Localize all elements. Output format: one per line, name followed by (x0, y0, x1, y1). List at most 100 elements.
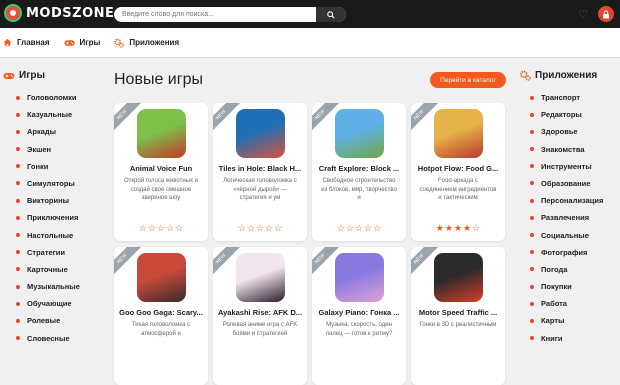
game-title[interactable]: Goo Goo Gaga: Scary... (118, 308, 204, 317)
game-thumbnail[interactable] (335, 109, 384, 158)
main-nav: Главная Игры Приложения (0, 28, 620, 58)
category-link[interactable]: Гонки (16, 158, 100, 175)
game-title[interactable]: Galaxy Piano: Гонка ... (316, 308, 402, 317)
game-description: Логическая головоломка с «чёрной дырой» … (223, 178, 297, 202)
category-link[interactable]: Музыкальные (16, 278, 100, 295)
category-link[interactable]: Погода (530, 261, 620, 278)
game-thumbnail[interactable] (434, 109, 483, 158)
game-title[interactable]: Hotpot Flow: Food G... (415, 164, 501, 173)
star-icon[interactable]: ☆ (238, 223, 246, 233)
category-link[interactable]: Экшен (16, 141, 100, 158)
star-icon[interactable]: ☆ (373, 223, 381, 233)
star-icon[interactable]: ☆ (256, 223, 264, 233)
category-link[interactable]: Стратегии (16, 244, 100, 261)
star-icon[interactable]: ☆ (166, 223, 174, 233)
games-sidebar-title[interactable]: Игры (3, 70, 100, 81)
category-link[interactable]: Транспорт (530, 89, 620, 106)
category-link[interactable]: Инструменты (530, 158, 620, 175)
star-icon[interactable]: ☆ (247, 223, 255, 233)
category-link[interactable]: Карточные (16, 261, 100, 278)
category-link[interactable]: Словесные (16, 330, 100, 347)
nav-home[interactable]: Главная (3, 38, 50, 47)
game-title[interactable]: Craft Explore: Block ... (316, 164, 402, 173)
category-link[interactable]: Головоломки (16, 89, 100, 106)
nav-games-label: Игры (79, 38, 101, 47)
games-sidebar-label: Игры (19, 70, 46, 81)
search-button[interactable] (316, 7, 346, 22)
rating-stars: ☆ ☆ ☆ ☆ ☆ (312, 223, 406, 233)
star-icon[interactable]: ☆ (346, 223, 354, 233)
search-input[interactable] (114, 7, 316, 22)
rating-stars: ★ ★ ★ ★ ☆ (411, 223, 505, 233)
game-card[interactable]: NEW Motor Speed Traffic ... Гонки в 3D с р… (411, 247, 505, 385)
category-link[interactable]: Работа (530, 295, 620, 312)
star-icon[interactable]: ☆ (355, 223, 363, 233)
game-card[interactable]: NEW Tiles in Hole: Black H... Логическая г… (213, 103, 307, 241)
game-description: Тихая головоломка с атмосферой и (131, 322, 191, 337)
login-lock-button[interactable] (598, 6, 614, 22)
game-title[interactable]: Tiles in Hole: Black H... (217, 164, 303, 173)
category-link[interactable]: Симуляторы (16, 175, 100, 192)
category-link[interactable]: Редакторы (530, 106, 620, 123)
game-thumbnail[interactable] (335, 253, 384, 302)
category-link[interactable]: Приключения (16, 209, 100, 226)
category-link[interactable]: Персонализация (530, 192, 620, 209)
category-link[interactable]: Ролевые (16, 312, 100, 329)
category-link[interactable]: Викторины (16, 192, 100, 209)
category-link[interactable]: Карты (530, 312, 620, 329)
game-description: Ролевая аниме игра с AFK боями и стратег… (222, 322, 298, 337)
gears-icon (520, 70, 531, 81)
category-link[interactable]: Фотография (530, 244, 620, 261)
game-card[interactable]: NEW Goo Goo Gaga: Scary... Тихая головолом… (114, 247, 208, 385)
top-bar: MODSZONE ♡ (0, 0, 620, 28)
category-link[interactable]: Книги (530, 330, 620, 347)
star-icon[interactable]: ★ (436, 223, 444, 233)
games-sidebar: Игры Головоломки Казуальные Аркады Экшен… (0, 58, 100, 343)
search-box (114, 7, 346, 22)
star-icon[interactable]: ☆ (364, 223, 372, 233)
category-link[interactable]: Здоровье (530, 123, 620, 140)
category-link[interactable]: Образование (530, 175, 620, 192)
site-logo[interactable]: MODSZONE (4, 4, 114, 22)
category-link[interactable]: Покупки (530, 278, 620, 295)
game-description: Музыка, скорость, один палец — готов к р… (325, 322, 393, 337)
game-thumbnail[interactable] (434, 253, 483, 302)
star-icon[interactable]: ★ (454, 223, 462, 233)
nav-apps[interactable]: Приложения (114, 38, 179, 48)
category-link[interactable]: Настольные (16, 227, 100, 244)
category-link[interactable]: Обучающие (16, 295, 100, 312)
star-icon[interactable]: ★ (445, 223, 453, 233)
game-thumbnail[interactable] (137, 109, 186, 158)
star-icon[interactable]: ☆ (265, 223, 273, 233)
game-title[interactable]: Motor Speed Traffic ... (415, 308, 501, 317)
star-icon[interactable]: ☆ (175, 223, 183, 233)
category-link[interactable]: Аркады (16, 123, 100, 140)
star-icon[interactable]: ☆ (157, 223, 165, 233)
game-title[interactable]: Ayakashi Rise: AFK D... (217, 308, 303, 317)
go-to-catalog-button[interactable]: Перейти в каталог (430, 72, 506, 88)
star-icon[interactable]: ☆ (148, 223, 156, 233)
category-link[interactable]: Развлечения (530, 209, 620, 226)
category-link[interactable]: Знакомства (530, 141, 620, 158)
favorites-heart-icon[interactable]: ♡ (576, 7, 590, 21)
nav-games[interactable]: Игры (64, 38, 101, 47)
star-icon[interactable]: ☆ (337, 223, 345, 233)
game-description: Гонки в 3D с реалистичным (419, 322, 497, 328)
game-card[interactable]: NEW Galaxy Piano: Гонка ... Музыка, скорос… (312, 247, 406, 385)
game-thumbnail[interactable] (137, 253, 186, 302)
star-icon[interactable]: ☆ (139, 223, 147, 233)
game-title[interactable]: Animal Voice Fun (118, 164, 204, 173)
apps-sidebar-title[interactable]: Приложения (520, 70, 620, 81)
star-icon[interactable]: ☆ (472, 223, 480, 233)
game-card[interactable]: NEW Ayakashi Rise: AFK D... Ролевая аниме … (213, 247, 307, 385)
star-icon[interactable]: ★ (463, 223, 471, 233)
game-thumbnail[interactable] (236, 109, 285, 158)
game-card[interactable]: NEW Animal Voice Fun Открой голоса животны… (114, 103, 208, 241)
category-link[interactable]: Казуальные (16, 106, 100, 123)
star-icon[interactable]: ☆ (274, 223, 282, 233)
game-card[interactable]: NEW Hotpot Flow: Food G... Food-аркада с с… (411, 103, 505, 241)
game-description: Открой голоса животных и создай своё сме… (124, 178, 198, 202)
game-thumbnail[interactable] (236, 253, 285, 302)
game-card[interactable]: NEW Craft Explore: Block ... Свободное стр… (312, 103, 406, 241)
category-link[interactable]: Социальные (530, 227, 620, 244)
